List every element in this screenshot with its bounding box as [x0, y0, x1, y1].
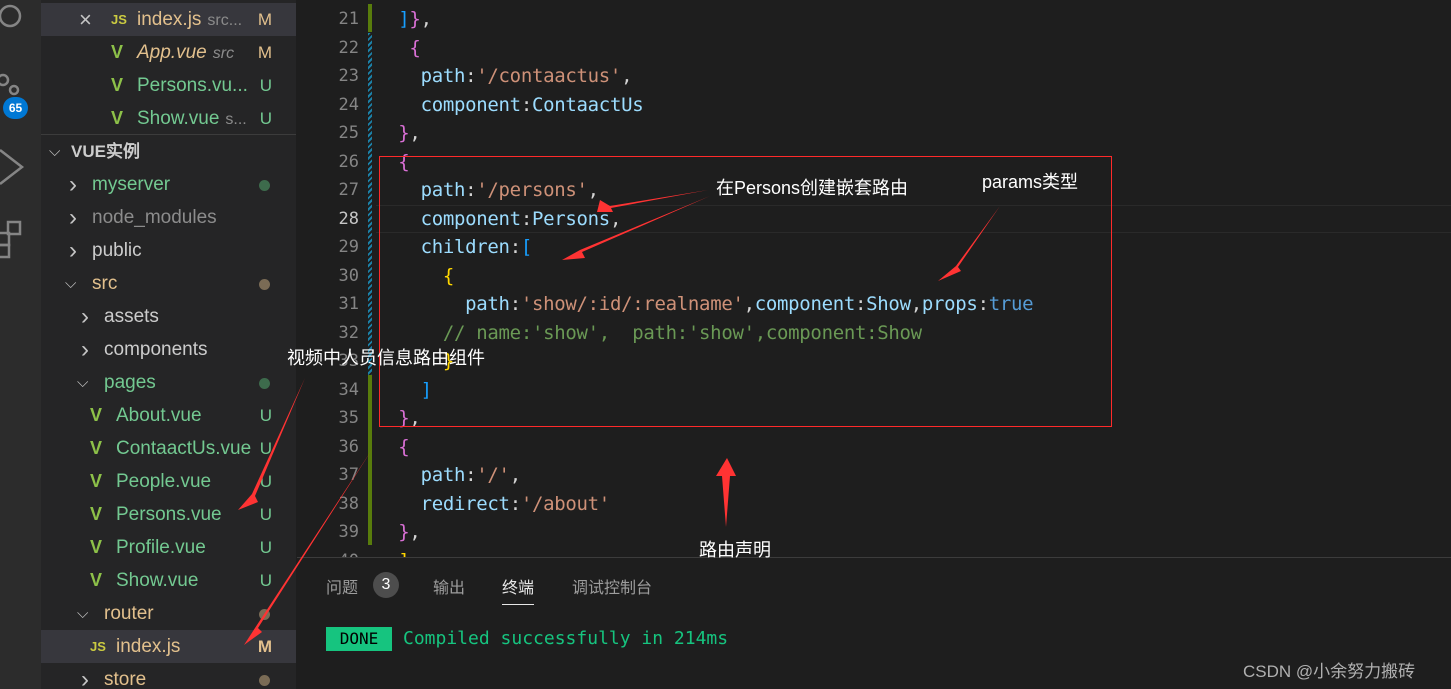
annotation-declaration: 路由声明	[699, 540, 771, 560]
arrow-to-component	[597, 190, 708, 212]
arrow-to-index-js	[244, 448, 373, 645]
arrow-to-children	[562, 196, 710, 260]
annotation-nested-routes: 在Persons创建嵌套路由	[716, 178, 909, 198]
annotation-component: 视频中人员信息路由组件	[287, 348, 485, 368]
annotation-params: params类型	[982, 172, 1079, 192]
arrow-to-props	[938, 206, 1000, 281]
arrow-up-declaration	[716, 458, 736, 527]
watermark: CSDN @小余努力搬砖	[1243, 662, 1416, 681]
arrow-to-persons-vue	[238, 378, 305, 510]
annotation-overlay	[238, 156, 1112, 645]
